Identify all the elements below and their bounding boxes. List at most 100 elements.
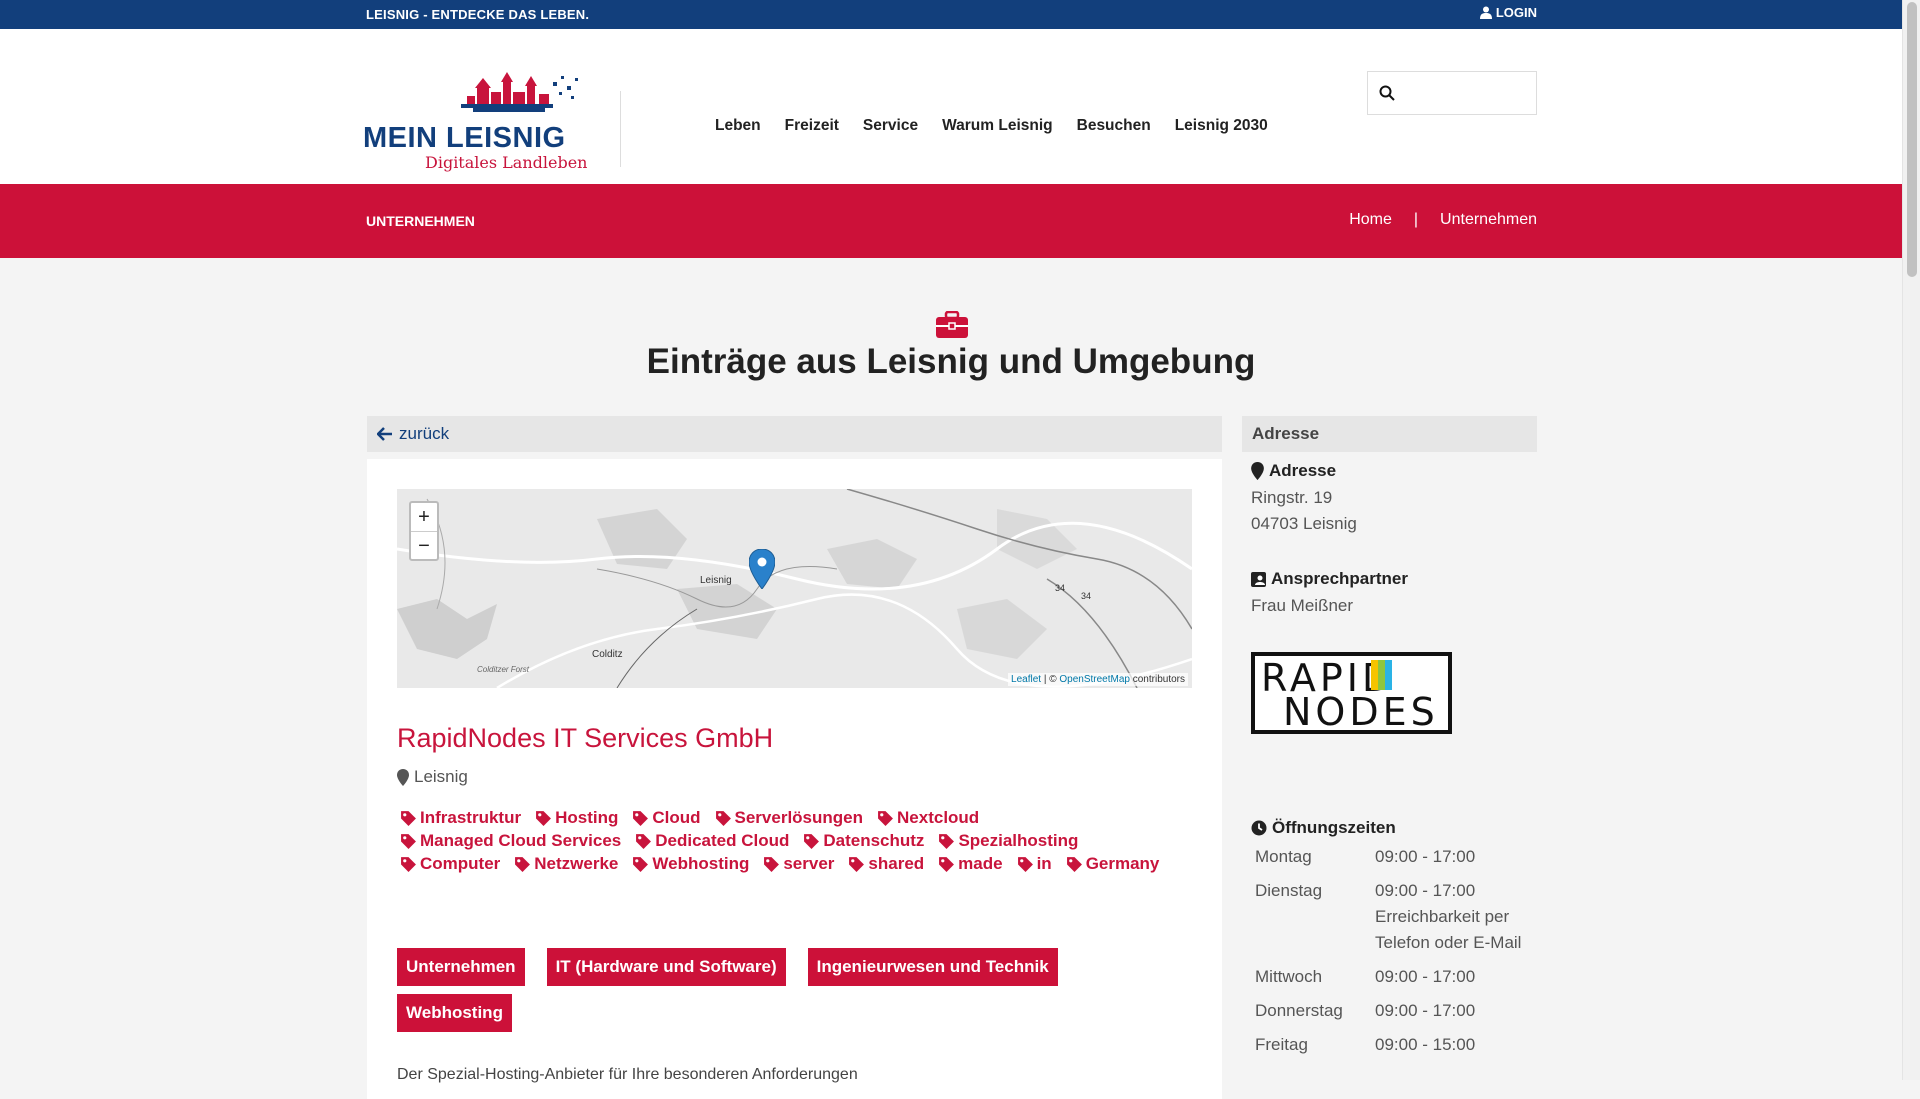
tag-icon [804,833,820,849]
tag-server[interactable]: server [763,854,834,874]
company-location-label: Leisnig [414,767,468,786]
logo-color-bars [1371,660,1392,690]
tag-icon [536,810,552,826]
tag-netzwerke[interactable]: Netzwerke [514,854,618,874]
tag-shared[interactable]: shared [848,854,924,874]
osm-link[interactable]: OpenStreetMap [1059,674,1130,685]
hours-day: Montag [1255,847,1312,866]
breadcrumb-separator: | [1413,211,1419,228]
tag-icon [1066,856,1082,872]
tag-webhosting[interactable]: Webhosting [632,854,749,874]
tag-cloud[interactable]: Cloud [632,808,701,828]
tag-icon [515,856,531,872]
header-divider [620,91,621,167]
nav-service[interactable]: Service [863,117,918,135]
map-label-colditz: Colditz [592,649,623,660]
opening-hours-heading: Öffnungszeiten [1251,818,1396,838]
tag-managed-cloud-services[interactable]: Managed Cloud Services [400,831,621,851]
attribution-separator: | © [1041,674,1060,685]
clock-icon [1251,820,1267,836]
nav-besuchen[interactable]: Besuchen [1077,117,1151,135]
hours-time: 09:00 - 17:00 [1375,1001,1476,1020]
search-icon[interactable] [1379,85,1395,101]
hours-day: Mittwoch [1255,967,1323,986]
section-banner: UNTERNEHMEN Home | Unternehmen [0,184,1902,258]
tag-hosting[interactable]: Hosting [535,808,618,828]
leaflet-link[interactable]: Leaflet [1011,674,1041,685]
tag-icon [764,856,780,872]
logo-subtitle: Digitales Landleben [425,153,588,172]
login-link[interactable]: LOGIN [1479,5,1537,20]
tag-spezialhosting[interactable]: Spezialhosting [938,831,1078,851]
sidebar-heading: Adresse [1242,416,1537,452]
company-name: RapidNodes IT Services GmbH [397,723,774,753]
back-link[interactable]: zurück [367,416,1222,452]
map-label-road-34a: 34 [1055,583,1066,593]
map-label-colditzer-forst: Colditzer Forst [477,665,530,674]
tag-nextcloud[interactable]: Nextcloud [877,808,979,828]
tag-icon [1017,856,1033,872]
breadcrumb-unternehmen[interactable]: Unternehmen [1440,211,1537,229]
tag-list: Infrastruktur Hosting Cloud Serverlösung… [400,808,1190,874]
town-skyline-icon [461,72,578,112]
category-webhosting[interactable]: Webhosting [397,994,512,1032]
category-it[interactable]: IT (Hardware und Software) [546,948,786,986]
contact-card-icon [1251,571,1266,587]
tag-dedicated-cloud[interactable]: Dedicated Cloud [635,831,789,851]
tag-datenschutz[interactable]: Datenschutz [803,831,924,851]
nav-freizeit[interactable]: Freizeit [785,117,839,135]
tag-germany[interactable]: Germany [1066,854,1159,874]
nav-leben[interactable]: Leben [715,117,761,135]
scrollbar-thumb[interactable] [1907,2,1917,277]
breadcrumb-home[interactable]: Home [1349,211,1392,229]
hours-row-montag: Montag 09:00 - 17:00 [1251,844,1541,870]
breadcrumb: Home | Unternehmen [1349,211,1537,229]
company-logo-line2: NODES [1283,690,1439,734]
tag-icon [636,833,652,849]
search-input[interactable] [1404,76,1532,110]
map-pin-icon [397,768,409,786]
hours-row-freitag: Freitag 09:00 - 15:00 [1251,1032,1541,1058]
company-description: Der Spezial-Hosting-Anbieter für Ihre be… [397,1066,858,1083]
arrow-left-icon [377,427,392,441]
hours-time: 09:00 - 17:00 Erreichbarkeit per Telefon… [1375,881,1522,952]
nav-leisnig-2030[interactable]: Leisnig 2030 [1175,117,1268,135]
zoom-in-button[interactable]: + [411,503,437,531]
opening-hours-table: Montag 09:00 - 17:00 Dienstag 09:00 - 17:0… [1251,844,1541,1066]
logo-title: MEIN LEISNIG [363,122,566,154]
map-label-leisnig: Leisnig [700,575,732,586]
address-city: 04703 Leisnig [1251,514,1357,533]
attribution-contributors: contributors [1129,674,1185,685]
tag-computer[interactable]: Computer [400,854,500,874]
site-logo[interactable]: MEIN LEISNIG Digitales Landleben [363,62,588,172]
map-marker-icon[interactable] [749,549,775,589]
search-box [1367,71,1537,115]
page-scrollbar[interactable] [1902,0,1920,1080]
hours-time: 09:00 - 15:00 [1375,1035,1476,1054]
zoom-out-button[interactable]: − [411,531,437,559]
briefcase-icon [936,311,968,338]
tag-made[interactable]: made [938,854,1003,874]
user-icon [1479,6,1492,19]
nav-warum-leisnig[interactable]: Warum Leisnig [942,117,1053,135]
back-label: zurück [399,424,450,443]
tag-infrastruktur[interactable]: Infrastruktur [400,808,521,828]
map-pin-icon [1251,462,1264,480]
category-unternehmen[interactable]: Unternehmen [397,948,525,986]
tag-icon [401,810,416,826]
main-nav: Leben Freizeit Service Warum Leisnig Bes… [715,117,1268,135]
company-location: Leisnig [397,767,468,787]
map-attribution: Leaflet | © OpenStreetMap contributors [1008,673,1188,686]
tag-icon [401,856,416,872]
address-heading: Adresse [1251,461,1336,481]
login-label: LOGIN [1495,5,1537,20]
tag-icon [939,833,955,849]
tag-in[interactable]: in [1017,854,1052,874]
location-map[interactable]: Leisnig Colditz Colditzer Forst 34 34 + … [397,489,1192,688]
category-ingenieurwesen[interactable]: Ingenieurwesen und Technik [807,948,1058,986]
tag-serverloesungen[interactable]: Serverlösungen [715,808,863,828]
map-tiles [397,489,1192,688]
hours-row-mittwoch: Mittwoch 09:00 - 17:00 [1251,964,1541,990]
contact-name: Frau Meißner [1251,596,1354,615]
contact-heading: Ansprechpartner [1251,569,1408,589]
